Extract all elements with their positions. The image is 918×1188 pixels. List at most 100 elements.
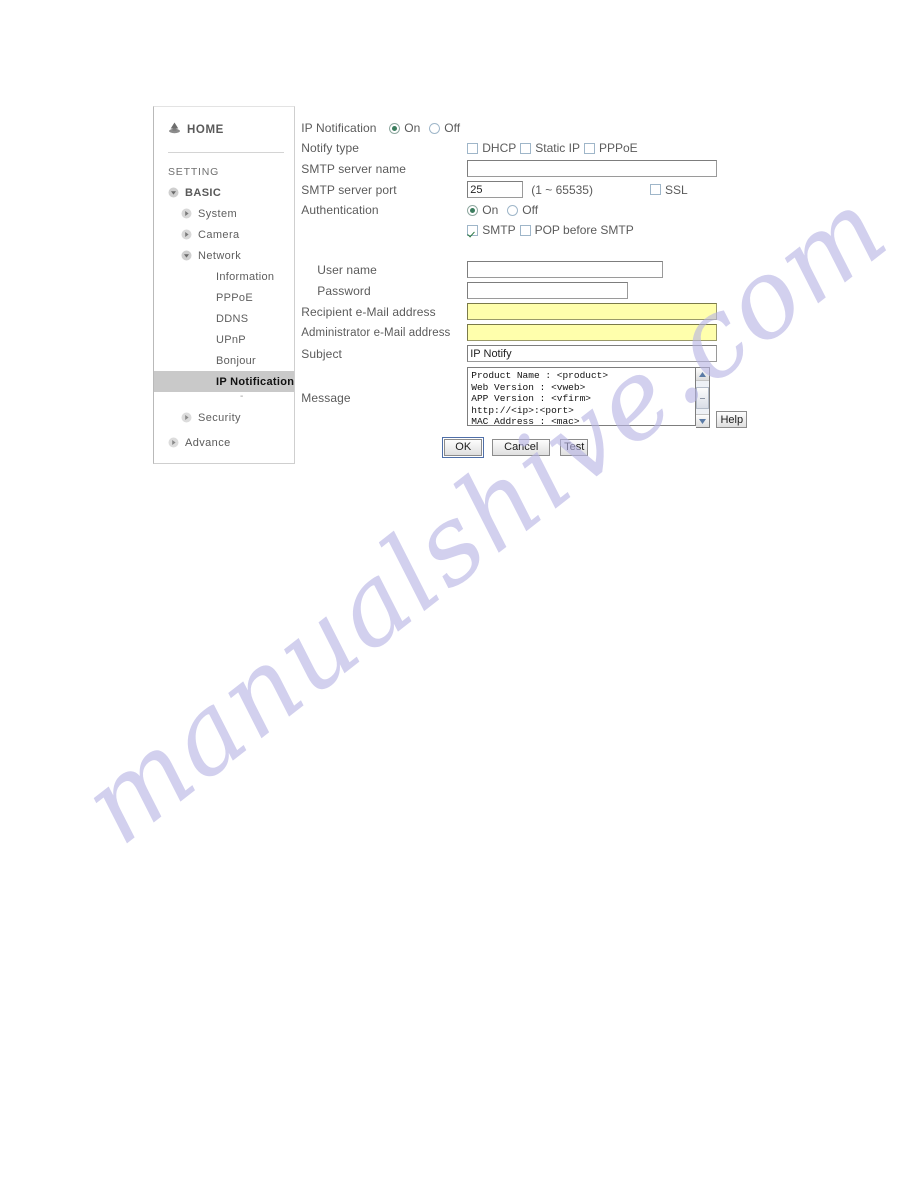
authentication-checkbox-pop-before-smtp-label: POP before SMTP [534,223,634,237]
home-icon [168,121,181,139]
sidebar-item-advance-label: Advance [185,436,231,449]
scrollbar-track[interactable] [696,381,710,414]
user-name-label: User name [317,262,377,277]
sidebar-item-advance[interactable]: Advance [154,432,294,453]
ssl-checkbox[interactable] [649,184,661,195]
triangle-down-icon [181,250,192,261]
ip-notification-settings-page: HOME SETTING BASIC System Camera Network… [153,106,748,464]
smtp-server-port-hint: (1 ~ 65535) [531,182,593,197]
field-row-user-name: User name [301,259,747,280]
help-button[interactable]: Help [716,411,748,428]
settings-form: IP Notification On Off Notify type DHCP … [295,106,748,464]
sidebar-item-information[interactable]: Information [154,266,294,287]
field-row-password: Password [301,280,747,301]
triangle-right-icon [181,412,192,423]
notify-type-checkbox-static-ip-label: Static IP [535,141,580,155]
message-textarea[interactable]: Product Name : <product> Web Version : <… [467,367,697,426]
field-row-message: Message Product Name : <product> Web Ver… [301,367,748,428]
smtp-server-name-input[interactable] [467,160,718,177]
sidebar-item-pppoe-label: PPPoE [216,291,253,304]
field-row-authentication: Authentication On Off [301,200,747,220]
sidebar-item-upnp[interactable]: UPnP [154,329,294,350]
sidebar-item-basic-label: BASIC [185,186,222,199]
sidebar-item-network[interactable]: Network [154,245,294,266]
notify-type-label: Notify type [301,141,360,155]
subject-input[interactable] [467,345,718,362]
form-action-buttons: OK Cancel Test [301,436,747,458]
authentication-checkbox-smtp-label: SMTP [482,223,516,237]
sidebar-item-information-label: Information [216,270,275,283]
notify-type-checkbox-pppoe-label: PPPoE [598,141,638,155]
test-button[interactable]: Test [560,438,589,456]
field-row-ip-notification: IP Notification On Off [301,118,747,138]
sidebar-item-ddns-label: DDNS [216,312,249,325]
field-row-notify-type: Notify type DHCP Static IP PPPoE [301,138,747,158]
sidebar-item-ddns[interactable]: DDNS [154,308,294,329]
sidebar-item-ip-notification[interactable]: IP Notification [154,371,295,392]
recipient-email-label: Recipient e-Mail address [301,304,436,319]
sidebar-item-home[interactable]: HOME [154,118,294,142]
triangle-right-icon [181,208,192,219]
ip-notification-radio-on-label: On [404,121,421,135]
authentication-checkbox-pop-before-smtp[interactable] [519,224,531,236]
triangle-right-icon [181,229,192,240]
subject-label: Subject [301,346,342,361]
sidebar-item-security[interactable]: Security [154,407,294,428]
notify-type-checkbox-dhcp-label: DHCP [482,141,517,155]
authentication-radio-on[interactable] [467,204,479,216]
sidebar-item-network-label: Network [198,249,242,262]
sidebar-divider [168,152,285,153]
authentication-radio-off-label: Off [522,203,539,217]
sidebar-item-basic[interactable]: BASIC [154,182,294,203]
cancel-button[interactable]: Cancel [492,438,551,456]
sidebar: HOME SETTING BASIC System Camera Network… [153,106,296,464]
ip-notification-radio-off[interactable] [429,122,441,134]
user-name-input[interactable] [467,261,664,278]
field-row-administrator-email: Administrator e-Mail address [301,322,747,343]
administrator-email-label: Administrator e-Mail address [301,326,451,339]
ok-button[interactable]: OK [442,436,485,458]
field-row-recipient-email: Recipient e-Mail address [301,301,747,322]
sidebar-section-setting: SETTING [168,166,220,178]
sidebar-item-home-label: HOME [187,124,224,136]
ssl-checkbox-label: SSL [664,182,688,197]
smtp-server-port-label: SMTP server port [301,182,397,197]
sidebar-item-bonjour[interactable]: Bonjour [154,350,294,371]
message-scrollbar[interactable] [696,367,711,428]
notify-type-checkbox-static-ip[interactable] [520,142,532,154]
administrator-email-input[interactable] [467,324,718,341]
sidebar-item-security-label: Security [198,411,241,424]
field-row-smtp-server-name: SMTP server name [301,158,747,179]
smtp-server-port-input[interactable] [467,181,524,198]
authentication-label: Authentication [301,203,379,217]
triangle-down-icon [168,187,179,198]
ip-notification-radio-on[interactable] [389,122,401,134]
triangle-right-icon [168,437,179,448]
ip-notification-label: IP Notification [301,121,377,135]
form-spacer [301,240,747,259]
message-label: Message [301,391,351,405]
scrollbar-down-button[interactable] [696,414,710,427]
sidebar-item-pppoe[interactable]: PPPoE [154,287,294,308]
scrollbar-up-button[interactable] [696,368,710,381]
ip-notification-radio-off-label: Off [444,121,461,135]
sidebar-tree-dash: - [240,391,244,402]
sidebar-item-camera-label: Camera [198,228,240,241]
authentication-checkbox-smtp[interactable] [467,224,479,236]
sidebar-item-upnp-label: UPnP [216,333,246,346]
sidebar-item-bonjour-label: Bonjour [216,354,257,367]
field-row-subject: Subject [301,343,747,364]
authentication-radio-on-label: On [482,203,499,217]
sidebar-item-system-label: System [198,207,238,220]
sidebar-item-system[interactable]: System [154,203,294,224]
password-label: Password [317,283,371,298]
sidebar-item-ip-notification-label: IP Notification [216,375,295,388]
scrollbar-thumb[interactable] [696,387,710,409]
recipient-email-input[interactable] [467,303,718,320]
password-input[interactable] [467,282,629,299]
notify-type-checkbox-pppoe[interactable] [583,142,595,154]
sidebar-item-camera[interactable]: Camera [154,224,294,245]
authentication-radio-off[interactable] [507,204,519,216]
field-row-authentication-methods: SMTP POP before SMTP [301,220,747,240]
notify-type-checkbox-dhcp[interactable] [467,142,479,154]
